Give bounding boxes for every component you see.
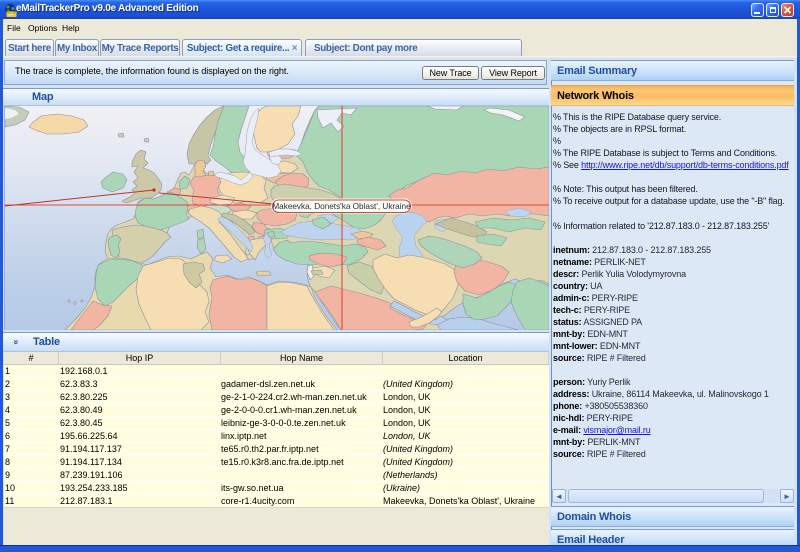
svg-text:Makeevka, Donets'ka Oblast', U: Makeevka, Donets'ka Oblast', Ukraine bbox=[272, 202, 411, 211]
